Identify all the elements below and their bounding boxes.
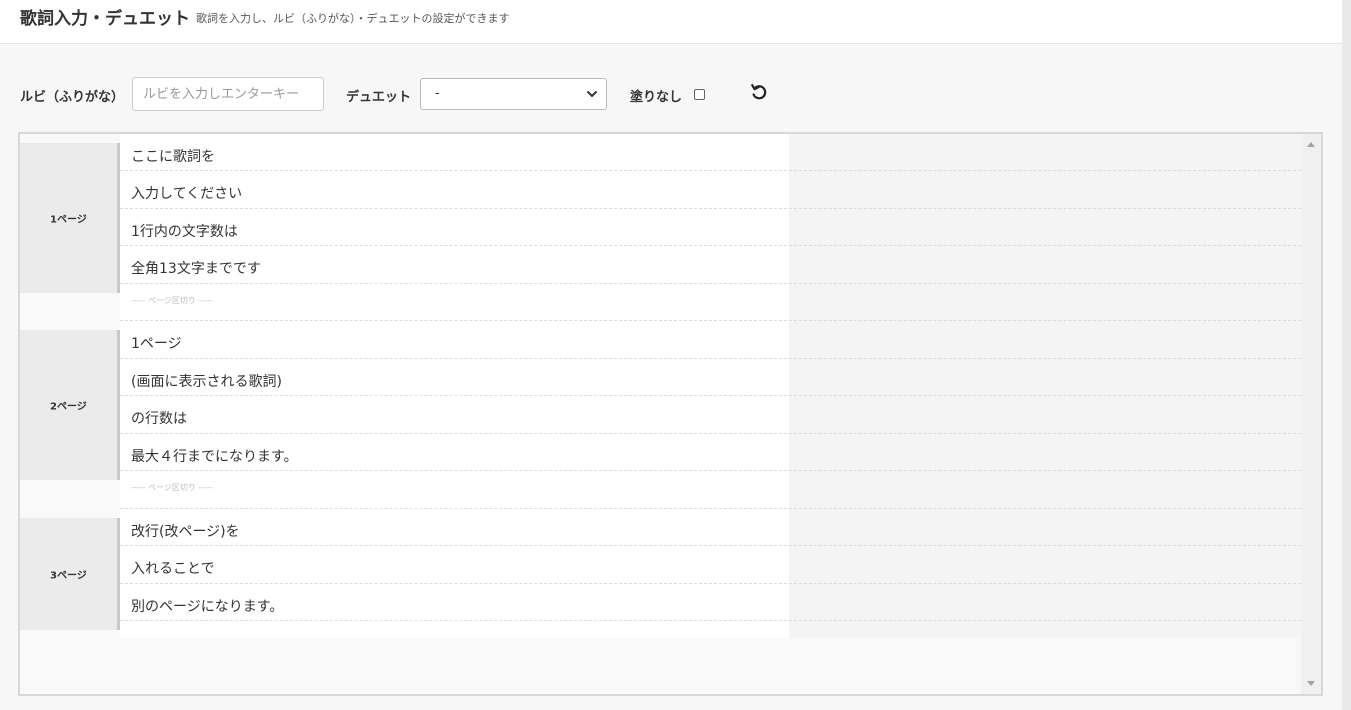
chevron-down-icon <box>587 91 597 97</box>
lyric-line[interactable]: 改行(改ページ)を <box>120 509 1301 546</box>
page-subtitle: 歌詞を入力し、ルビ（ふりがな）・デュエットの設定ができます <box>196 12 510 25</box>
ruby-input[interactable] <box>132 77 324 111</box>
window-edge <box>1342 0 1351 710</box>
duet-selected-value: - <box>435 86 440 101</box>
toolbar: ルビ（ふりがな） デュエット - 塗りなし <box>0 44 1342 132</box>
page-gap <box>20 293 120 330</box>
lyric-line[interactable]: 入力してください <box>120 171 1301 209</box>
lyric-line[interactable]: の行数は <box>120 396 1301 434</box>
lyric-line[interactable]: ここに歌詞を <box>120 134 1301 171</box>
duet-select[interactable]: - <box>420 78 607 110</box>
lyric-line[interactable]: 全角13文字までです <box>120 246 1301 284</box>
page-label-1: 1ページ <box>20 143 120 293</box>
lyrics-editor[interactable]: 1ページ ここに歌詞を 入力してください 1行内の文字数は 全角13文字までです… <box>18 132 1323 696</box>
lyric-line[interactable]: 入れることで <box>120 546 1301 584</box>
page-break-separator: ----- ページ区切り ----- <box>120 284 1301 321</box>
no-fill-checkbox[interactable] <box>694 89 705 100</box>
duet-label: デュエット <box>346 90 412 105</box>
page-label-2: 2ページ <box>20 330 120 480</box>
lyric-line[interactable]: 別のページになります。 <box>120 584 1301 621</box>
page-gap <box>20 480 120 518</box>
undo-icon[interactable] <box>749 82 769 102</box>
vertical-scrollbar[interactable] <box>1301 134 1321 694</box>
scroll-down-arrow-icon[interactable] <box>1307 681 1315 686</box>
lyric-line[interactable]: (画面に表示される歌詞) <box>120 359 1301 396</box>
ruby-label: ルビ（ふりがな） <box>20 90 125 105</box>
lyric-line[interactable]: 1行内の文字数は <box>120 209 1301 246</box>
no-fill-label: 塗りなし <box>630 90 683 105</box>
scroll-up-arrow-icon[interactable] <box>1307 142 1315 147</box>
page-label-3: 3ページ <box>20 518 120 630</box>
page-break-separator: ----- ページ区切り ----- <box>120 471 1301 509</box>
lyrics-editor-page: 歌詞入力・デュエット 歌詞を入力し、ルビ（ふりがな）・デュエットの設定ができます… <box>0 0 1351 710</box>
page-title: 歌詞入力・デュエット <box>20 9 190 29</box>
header: 歌詞入力・デュエット 歌詞を入力し、ルビ（ふりがな）・デュエットの設定ができます <box>0 0 1342 44</box>
lyric-line[interactable]: 最大４行までになります。 <box>120 434 1301 471</box>
lyric-line[interactable]: 1ページ <box>120 321 1301 359</box>
